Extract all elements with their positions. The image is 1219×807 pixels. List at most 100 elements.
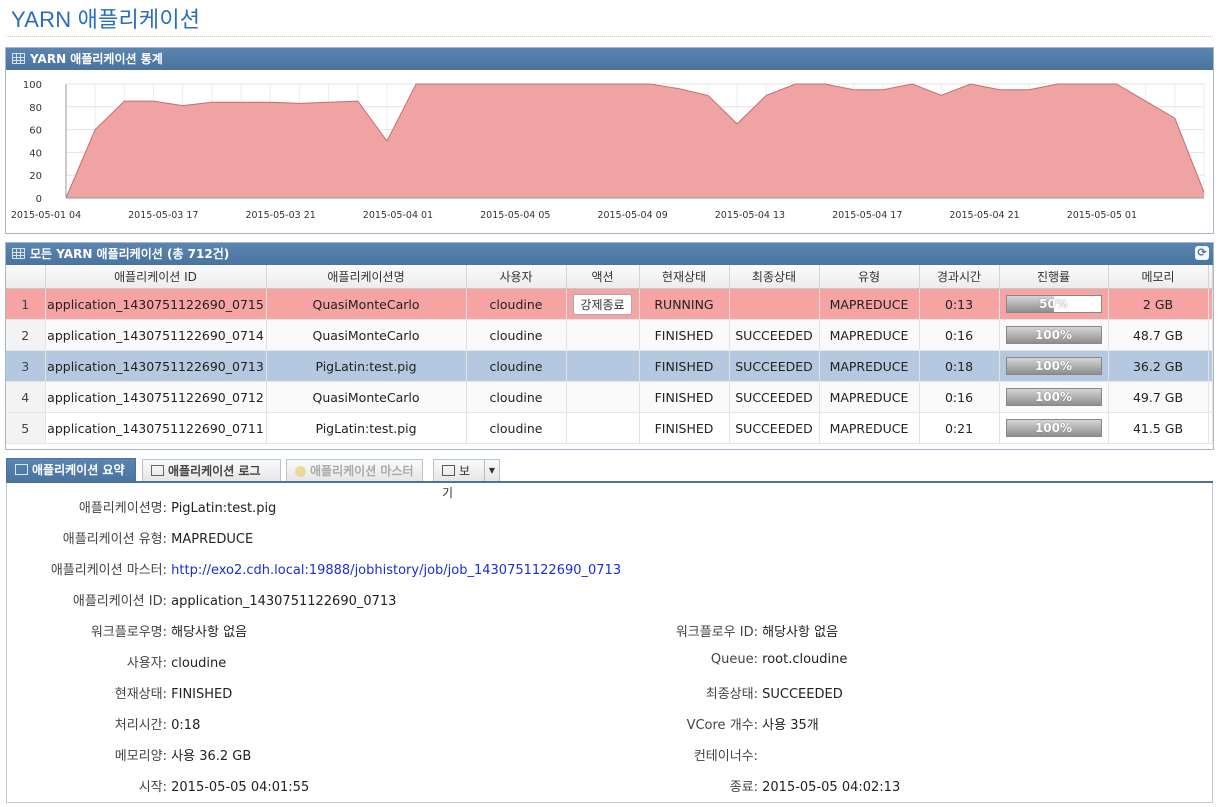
detail-value: root.cloudine bbox=[762, 652, 848, 667]
cell-type: MAPREDUCE bbox=[819, 288, 920, 320]
tab-master[interactable]: 애플리케이션 마스터 bbox=[286, 459, 423, 481]
kill-button[interactable]: 강제종료 bbox=[573, 293, 632, 315]
cell-filler bbox=[1208, 288, 1213, 320]
cell-filler bbox=[1208, 412, 1213, 444]
cell-memory: 49.7 GB bbox=[1108, 381, 1209, 413]
tab-summary[interactable]: 애플리케이션 요약 bbox=[6, 458, 136, 482]
detail-label: 사용자: bbox=[126, 656, 167, 671]
cell-state: FINISHED bbox=[639, 412, 730, 444]
view-dropdown[interactable]: 보기 ▼ bbox=[433, 459, 500, 500]
apps-panel-title: 모든 YARN 애플리케이션 (총 712건) bbox=[30, 247, 230, 261]
x-tick-label: 2015-05-04 17 bbox=[832, 210, 902, 221]
cell-type: MAPREDUCE bbox=[819, 381, 920, 413]
col-final-state[interactable]: 최종상태 bbox=[729, 265, 820, 289]
progress-bar: 100% bbox=[1005, 357, 1102, 375]
col-user[interactable]: 사용자 bbox=[466, 265, 567, 289]
grid-icon bbox=[12, 53, 25, 64]
cell-final-state: SUCCEEDED bbox=[729, 381, 820, 413]
col-type[interactable]: 유형 bbox=[819, 265, 920, 289]
col-state[interactable]: 현재상태 bbox=[639, 265, 730, 289]
row-number: 3 bbox=[6, 350, 46, 382]
tab-log[interactable]: 애플리케이션 로그 bbox=[142, 459, 281, 481]
cell-app-id: application_1430751122690_0711 bbox=[45, 412, 267, 444]
detail-final-state: 최종상태: SUCCEEDED bbox=[600, 683, 843, 702]
cell-progress: 100% bbox=[999, 319, 1109, 351]
detail-vcores: VCore 개수: 사용 35개 bbox=[600, 714, 819, 733]
row-number: 4 bbox=[6, 381, 46, 413]
col-action[interactable]: 액션 bbox=[566, 265, 640, 289]
cell-state: FINISHED bbox=[639, 350, 730, 382]
chevron-down-icon[interactable]: ▼ bbox=[484, 460, 499, 482]
cell-memory: 41.5 GB bbox=[1108, 412, 1209, 444]
cell-action: 강제종료 bbox=[566, 288, 640, 320]
row-number: 1 bbox=[6, 288, 46, 320]
apps-table: 애플리케이션 ID 애플리케이션명 사용자 액션 현재상태 최종상태 유형 경과… bbox=[6, 265, 1213, 444]
grid-icon bbox=[442, 465, 455, 476]
apps-panel: 모든 YARN 애플리케이션 (총 712건) ⟳ 애플리케이션 ID 애플리케… bbox=[5, 242, 1214, 450]
col-app-id[interactable]: 애플리케이션 ID bbox=[45, 265, 267, 289]
progress-bar: 50% bbox=[1005, 295, 1102, 313]
col-progress[interactable]: 진행률 bbox=[999, 265, 1109, 289]
table-row[interactable]: 5 application_1430751122690_0711 PigLatin:… bbox=[6, 412, 1213, 444]
table-row[interactable]: 3 application_1430751122690_0713 PigLatin:… bbox=[6, 350, 1213, 382]
x-tick-label: 2015-05-04 05 bbox=[480, 210, 550, 221]
cell-final-state: SUCCEEDED bbox=[729, 319, 820, 351]
x-tick-label: 2015-05-01 04 bbox=[11, 210, 81, 221]
progress-label: 100% bbox=[1034, 328, 1073, 342]
detail-proc-time: 처리시간: 0:18 bbox=[0, 714, 201, 733]
row-number: 5 bbox=[6, 412, 46, 444]
cell-progress: 50% bbox=[999, 288, 1109, 320]
detail-value: 해당사항 없음 bbox=[762, 625, 839, 640]
detail-value: 2015-05-05 04:01:55 bbox=[171, 780, 310, 795]
detail-label: 애플리케이션 유형: bbox=[62, 532, 167, 547]
col-memory[interactable]: 메모리 bbox=[1108, 265, 1209, 289]
detail-label: 시작: bbox=[138, 780, 167, 795]
detail-value: PigLatin:test.pig bbox=[171, 501, 277, 516]
detail-value: 해당사항 없음 bbox=[171, 625, 248, 640]
area-series bbox=[66, 84, 1204, 198]
table-row[interactable]: 4 application_1430751122690_0712 QuasiMont… bbox=[6, 381, 1213, 413]
detail-value: 2015-05-05 04:02:13 bbox=[762, 780, 901, 795]
detail-value: FINISHED bbox=[171, 687, 233, 702]
cell-user: cloudine bbox=[466, 350, 567, 382]
refresh-icon[interactable]: ⟳ bbox=[1195, 246, 1209, 260]
cell-filler bbox=[1208, 350, 1213, 382]
cell-progress: 100% bbox=[999, 350, 1109, 382]
cell-elapsed: 0:16 bbox=[919, 319, 1000, 351]
detail-label: 애플리케이션 마스터: bbox=[50, 563, 167, 578]
grid-icon bbox=[15, 464, 28, 475]
detail-state: 현재상태: FINISHED bbox=[0, 683, 233, 702]
stats-chart: 0 20 40 60 80 100 2015-05-01 04 2015-05-03 17 20… bbox=[11, 80, 1205, 221]
cell-app-id: application_1430751122690_0715 bbox=[45, 288, 267, 320]
cell-elapsed: 0:21 bbox=[919, 412, 1000, 444]
table-row[interactable]: 2 application_1430751122690_0714 QuasiMont… bbox=[6, 319, 1213, 351]
cell-app-name: QuasiMonteCarlo bbox=[266, 319, 467, 351]
app-master-link[interactable]: http://exo2.cdh.local:19888/jobhistory/j… bbox=[171, 563, 621, 578]
cell-state: FINISHED bbox=[639, 319, 730, 351]
col-elapsed[interactable]: 경과시간 bbox=[919, 265, 1000, 289]
table-row[interactable]: 1 application_1430751122690_0715 QuasiMont… bbox=[6, 288, 1213, 320]
y-tick-label: 100 bbox=[23, 80, 42, 91]
x-tick-label: 2015-05-04 01 bbox=[363, 210, 433, 221]
detail-value: MAPREDUCE bbox=[171, 532, 254, 547]
cell-state: FINISHED bbox=[639, 381, 730, 413]
detail-app-name: 애플리케이션명: PigLatin:test.pig bbox=[0, 497, 276, 516]
detail-containers: 컨테이너수: bbox=[600, 745, 758, 764]
cell-type: MAPREDUCE bbox=[819, 350, 920, 382]
table-header-row: 애플리케이션 ID 애플리케이션명 사용자 액션 현재상태 최종상태 유형 경과… bbox=[6, 265, 1213, 289]
col-app-name[interactable]: 애플리케이션명 bbox=[266, 265, 467, 289]
cell-user: cloudine bbox=[466, 412, 567, 444]
cell-user: cloudine bbox=[466, 381, 567, 413]
page-title: YARN 애플리케이션 bbox=[11, 7, 201, 32]
detail-start: 시작: 2015-05-05 04:01:55 bbox=[0, 776, 310, 795]
cell-filler bbox=[1208, 319, 1213, 351]
cell-app-id: application_1430751122690_0712 bbox=[45, 381, 267, 413]
cell-action bbox=[566, 381, 640, 413]
progress-label: 100% bbox=[1034, 421, 1073, 435]
detail-user: 사용자: cloudine bbox=[0, 652, 226, 671]
cell-memory: 48.7 GB bbox=[1108, 319, 1209, 351]
cell-memory: 36.2 GB bbox=[1108, 350, 1209, 382]
cell-elapsed: 0:13 bbox=[919, 288, 1000, 320]
detail-label: 워크플로우명: bbox=[90, 625, 167, 640]
stats-panel-title: YARN 애플리케이션 통계 bbox=[30, 52, 163, 66]
